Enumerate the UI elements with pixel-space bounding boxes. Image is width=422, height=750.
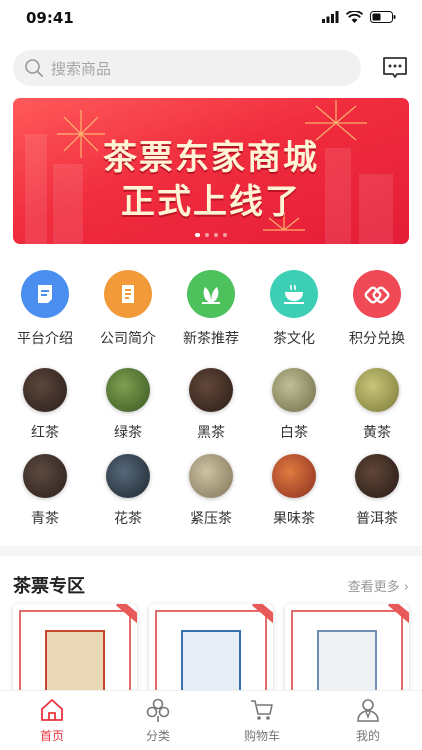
search-row: 搜索商品: [13, 50, 409, 86]
leaf-icon: [187, 270, 235, 318]
category-green-tea[interactable]: 绿茶: [86, 368, 170, 442]
tea-leaf-image: [189, 454, 233, 498]
tea-leaf-image: [23, 368, 67, 412]
ticket-card[interactable]: [13, 604, 137, 704]
category-flower-tea[interactable]: 花茶: [86, 454, 170, 528]
signal-icon: [322, 11, 339, 23]
carousel-dot[interactable]: [205, 233, 209, 237]
tea-leaf-image: [106, 454, 150, 498]
see-more-link[interactable]: 查看更多 ›: [348, 576, 409, 595]
shortcut-label: 公司简介: [100, 331, 156, 347]
ticket-card[interactable]: [285, 604, 409, 704]
tab-category[interactable]: 分类: [118, 697, 198, 744]
carousel-dots: [13, 233, 409, 237]
category-label: 绿茶: [114, 425, 142, 441]
tab-label: 分类: [145, 729, 170, 743]
tab-label: 我的: [355, 729, 380, 743]
tea-leaf-image: [106, 368, 150, 412]
search-input[interactable]: 搜索商品: [13, 50, 361, 86]
home-icon: [41, 699, 63, 721]
status-bar: 09:41: [0, 0, 422, 38]
category-black-tea[interactable]: 红茶: [3, 368, 87, 442]
tea-leaf-image: [189, 368, 233, 412]
category-dark-tea[interactable]: 黑茶: [169, 368, 253, 442]
shortcut-new-tea[interactable]: 新茶推荐: [169, 270, 253, 348]
tea-leaf-image: [23, 454, 67, 498]
file-icon: [104, 270, 152, 318]
shortcut-tea-culture[interactable]: 茶文化: [252, 270, 336, 348]
category-white-tea[interactable]: 白茶: [252, 368, 336, 442]
section-divider: [0, 546, 422, 556]
banner-title: 茶票东家商城: [103, 138, 319, 178]
tab-bar: 首页 分类 购物车 我的: [0, 690, 422, 750]
category-label: 白茶: [280, 425, 308, 441]
category-puer-tea[interactable]: 普洱茶: [335, 454, 419, 528]
shortcut-company-intro[interactable]: 公司简介: [86, 270, 170, 348]
category-label: 黄茶: [363, 425, 391, 441]
tea-leaf-image: [355, 454, 399, 498]
category-label: 果味茶: [273, 511, 315, 527]
banner-subtitle: 正式上线了: [121, 182, 301, 222]
ticket-card[interactable]: [149, 604, 273, 704]
wifi-icon: [346, 11, 363, 23]
shortcut-label: 茶文化: [273, 331, 315, 347]
category-yellow-tea[interactable]: 黄茶: [335, 368, 419, 442]
tab-cart[interactable]: 购物车: [222, 697, 302, 744]
tab-home[interactable]: 首页: [12, 697, 92, 744]
shortcut-points-exchange[interactable]: 积分兑换: [335, 270, 419, 348]
promo-banner[interactable]: 茶票东家商城 正式上线了: [13, 98, 409, 244]
tab-label: 首页: [39, 729, 64, 743]
status-time: 09:41: [26, 9, 74, 27]
category-icon: [146, 698, 170, 722]
shortcut-label: 新茶推荐: [183, 331, 239, 347]
tab-label: 购物车: [243, 729, 280, 743]
tea-leaf-image: [272, 368, 316, 412]
battery-icon: [370, 11, 396, 23]
category-label: 黑茶: [197, 425, 225, 441]
search-icon: [25, 59, 43, 77]
category-compressed-tea[interactable]: 紧压茶: [169, 454, 253, 528]
shortcut-platform-intro[interactable]: 平台介绍: [3, 270, 87, 348]
tea-leaf-image: [355, 368, 399, 412]
message-icon[interactable]: [381, 54, 409, 82]
carousel-dot[interactable]: [223, 233, 227, 237]
category-label: 普洱茶: [356, 511, 398, 527]
section-title: 茶票专区: [13, 576, 85, 597]
exchange-icon: [353, 270, 401, 318]
category-label: 青茶: [31, 511, 59, 527]
shortcut-label: 积分兑换: [349, 331, 405, 347]
cart-icon: [251, 700, 273, 720]
carousel-dot[interactable]: [214, 233, 218, 237]
shortcut-label: 平台介绍: [17, 331, 73, 347]
category-fruit-tea[interactable]: 果味茶: [252, 454, 336, 528]
category-label: 紧压茶: [190, 511, 232, 527]
search-placeholder: 搜索商品: [51, 60, 112, 78]
tea-cup-icon: [270, 270, 318, 318]
category-label: 花茶: [114, 511, 142, 527]
category-label: 红茶: [31, 425, 59, 441]
category-oolong-tea[interactable]: 青茶: [3, 454, 87, 528]
tea-leaf-image: [272, 454, 316, 498]
status-icons: [322, 11, 396, 23]
user-icon: [357, 699, 379, 722]
tab-profile[interactable]: 我的: [328, 697, 408, 744]
carousel-dot[interactable]: [195, 233, 200, 237]
document-icon: [21, 270, 69, 318]
